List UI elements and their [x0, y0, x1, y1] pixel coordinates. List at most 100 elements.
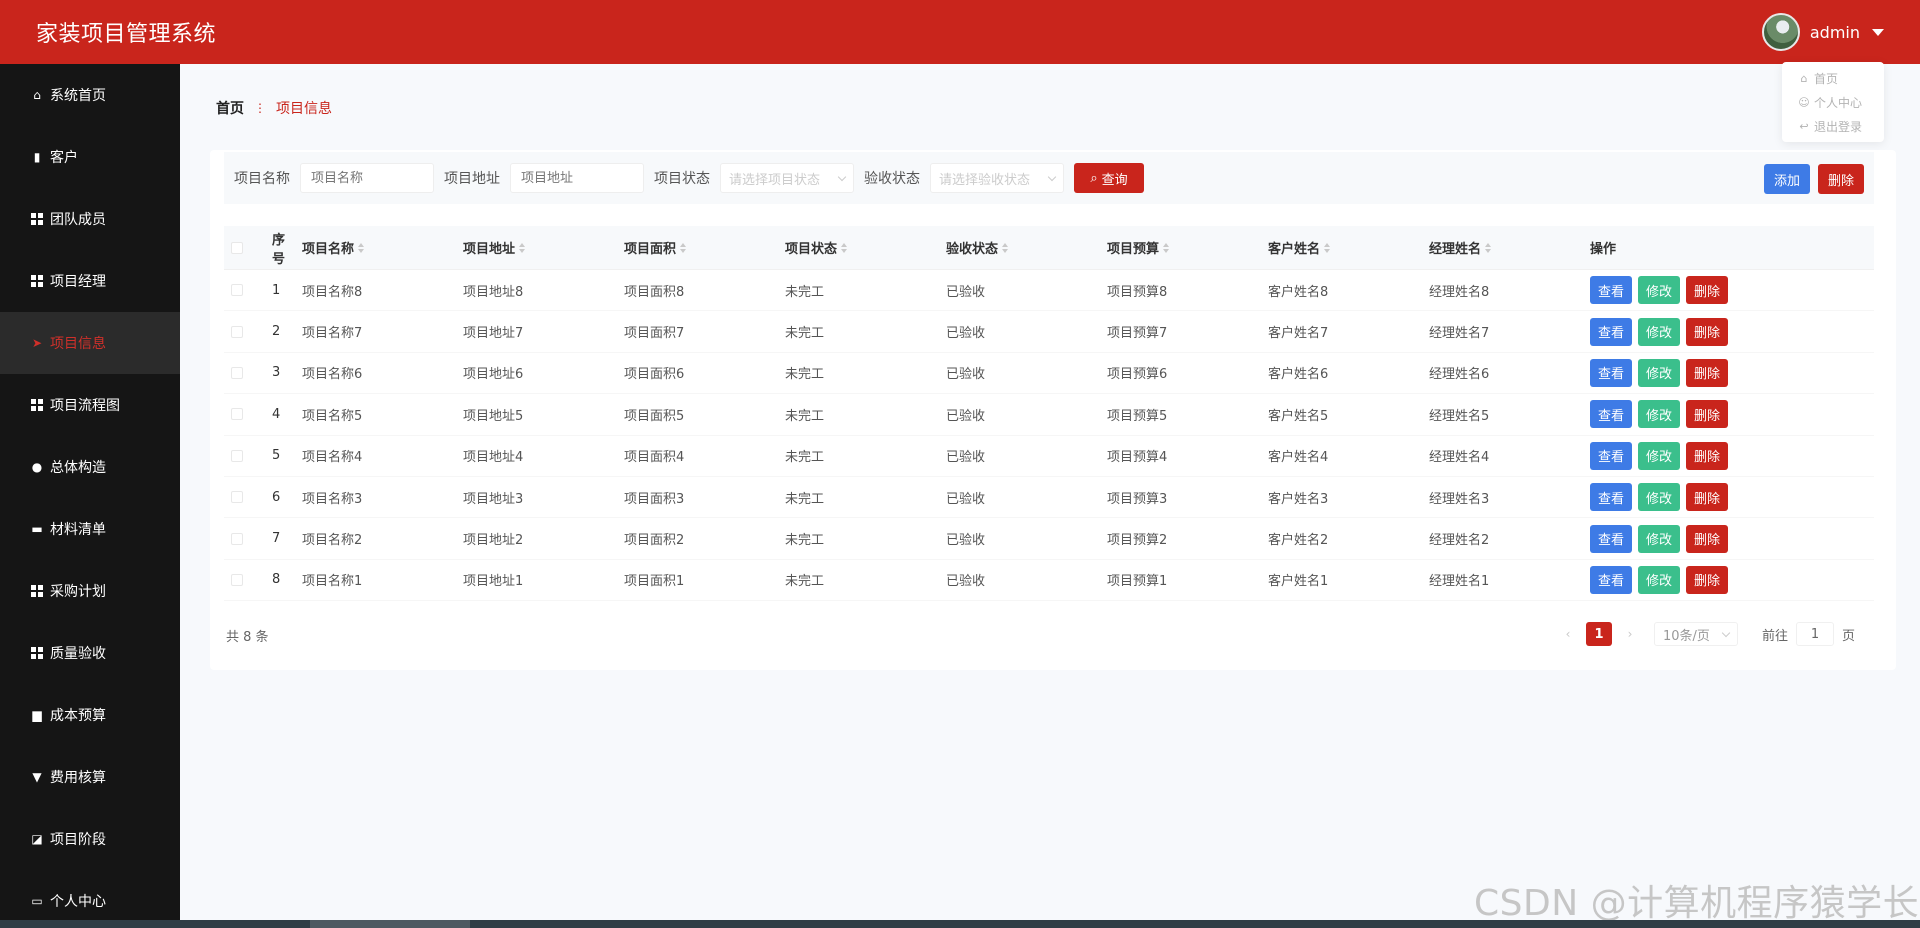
sidebar-item-label: 项目信息 — [50, 336, 106, 352]
sort-icon[interactable] — [1163, 242, 1170, 253]
dropdown-item-home[interactable]: ⌂ 首页 — [1782, 66, 1884, 90]
username[interactable]: admin — [1810, 23, 1860, 42]
sidebar-item-dashboard[interactable]: ⌂ 系统首页 — [0, 64, 180, 126]
prev-page-icon[interactable]: ‹ — [1556, 627, 1580, 641]
view-button[interactable]: 查看 — [1590, 524, 1632, 553]
view-button[interactable]: 查看 — [1590, 565, 1632, 594]
delete-button[interactable]: 删除 — [1686, 358, 1728, 387]
row-actions: 查看 修改 删除 — [1584, 317, 1728, 346]
view-button[interactable]: 查看 — [1590, 358, 1632, 387]
cell-area: 项目面积7 — [624, 326, 685, 342]
horizontal-scrollbar[interactable] — [0, 920, 1920, 928]
dropdown-item-profile[interactable]: ☺ 个人中心 — [1782, 90, 1884, 114]
view-button[interactable]: 查看 — [1590, 400, 1632, 429]
acceptance-status-select[interactable]: 请选择验收状态 — [930, 163, 1064, 193]
sidebar-item-customer[interactable]: ▮ 客户 — [0, 126, 180, 188]
column-header-name[interactable]: 项目名称 — [296, 238, 457, 257]
chevron-down-icon — [837, 172, 847, 181]
home-icon: ⌂ — [1800, 71, 1808, 85]
caret-down-icon[interactable] — [1872, 28, 1884, 36]
page-size-select[interactable]: 10条/页 — [1654, 622, 1738, 646]
delete-button[interactable]: 删除 — [1686, 524, 1728, 553]
view-button[interactable]: 查看 — [1590, 441, 1632, 470]
goto-page-input[interactable]: 1 — [1796, 622, 1835, 646]
sidebar-item-manager[interactable]: 项目经理 — [0, 250, 180, 312]
avatar[interactable] — [1761, 13, 1800, 51]
sidebar-item-structure[interactable]: ● 总体构造 — [0, 436, 180, 498]
delete-button[interactable]: 删除 — [1686, 317, 1728, 346]
delete-button[interactable]: 删除 — [1686, 565, 1728, 594]
edit-button[interactable]: 修改 — [1638, 317, 1680, 346]
next-page-icon[interactable]: › — [1618, 627, 1642, 641]
sidebar-item-accounting[interactable]: ▼ 费用核算 — [0, 746, 180, 808]
view-button[interactable]: 查看 — [1590, 483, 1632, 512]
row-checkbox[interactable] — [231, 491, 243, 504]
cell-area: 项目面积2 — [624, 533, 685, 549]
sidebar-item-quality[interactable]: 质量验收 — [0, 622, 180, 684]
sort-icon[interactable] — [1002, 242, 1009, 253]
column-header-status[interactable]: 项目状态 — [779, 238, 940, 257]
delete-button[interactable]: 删除 — [1686, 441, 1728, 470]
add-button[interactable]: 添加 — [1764, 164, 1810, 194]
row-checkbox[interactable] — [231, 532, 243, 545]
sidebar-item-materials[interactable]: ▬ 材料清单 — [0, 498, 180, 560]
edit-button[interactable]: 修改 — [1638, 524, 1680, 553]
card-icon: ▭ — [31, 894, 43, 908]
sidebar-item-budget[interactable]: ▆ 成本预算 — [0, 684, 180, 746]
view-button[interactable]: 查看 — [1590, 317, 1632, 346]
column-header-budget[interactable]: 项目预算 — [1101, 238, 1262, 257]
cell-address: 项目地址1 — [463, 574, 524, 590]
column-header-address[interactable]: 项目地址 — [457, 238, 618, 257]
sort-icon[interactable] — [358, 242, 365, 253]
edit-button[interactable]: 修改 — [1638, 358, 1680, 387]
page-number-current[interactable]: 1 — [1586, 622, 1612, 646]
cell-address: 项目地址8 — [463, 284, 524, 300]
column-header-area[interactable]: 项目面积 — [618, 238, 779, 257]
select-all-checkbox[interactable] — [231, 241, 243, 254]
cell-name: 项目名称4 — [302, 450, 363, 466]
sidebar-item-flowchart[interactable]: 项目流程图 — [0, 374, 180, 436]
row-checkbox[interactable] — [231, 449, 243, 462]
dropdown-item-logout[interactable]: ↩ 退出登录 — [1782, 114, 1884, 138]
delete-button[interactable]: 删除 — [1686, 483, 1728, 512]
sort-icon[interactable] — [1485, 242, 1492, 253]
batch-delete-button[interactable]: 删除 — [1818, 164, 1864, 194]
edit-button[interactable]: 修改 — [1638, 483, 1680, 512]
sort-icon[interactable] — [519, 242, 526, 253]
column-header-manager[interactable]: 经理姓名 — [1423, 238, 1584, 257]
query-button[interactable]: ⌕ 查询 — [1074, 163, 1144, 193]
sidebar-item-project-info[interactable]: ➤ 项目信息 — [0, 312, 180, 374]
edit-button[interactable]: 修改 — [1638, 565, 1680, 594]
view-button[interactable]: 查看 — [1590, 276, 1632, 305]
delete-button[interactable]: 删除 — [1686, 276, 1728, 305]
cell-index: 7 — [272, 531, 281, 547]
user-menu-toggle[interactable]: admin — [1761, 13, 1884, 51]
row-checkbox[interactable] — [231, 408, 243, 421]
sidebar-item-purchase[interactable]: 采购计划 — [0, 560, 180, 622]
sort-icon[interactable] — [841, 242, 848, 253]
sort-icon[interactable] — [1324, 242, 1331, 253]
project-status-select[interactable]: 请选择项目状态 — [720, 163, 854, 193]
row-checkbox[interactable] — [231, 284, 243, 297]
scrollbar-thumb[interactable] — [310, 920, 470, 928]
edit-button[interactable]: 修改 — [1638, 441, 1680, 470]
edit-button[interactable]: 修改 — [1638, 400, 1680, 429]
edit-button[interactable]: 修改 — [1638, 276, 1680, 305]
row-checkbox[interactable] — [231, 366, 243, 379]
project-name-input[interactable] — [300, 163, 434, 193]
column-header-acceptance[interactable]: 验收状态 — [940, 238, 1101, 257]
sort-icon[interactable] — [680, 242, 687, 253]
delete-button[interactable]: 删除 — [1686, 400, 1728, 429]
row-checkbox[interactable] — [231, 325, 243, 338]
cell-budget: 项目预算6 — [1107, 367, 1168, 383]
cell-area: 项目面积8 — [624, 284, 685, 300]
sidebar-item-stage[interactable]: ◪ 项目阶段 — [0, 808, 180, 870]
project-address-input[interactable] — [510, 163, 644, 193]
column-header-customer[interactable]: 客户姓名 — [1262, 238, 1423, 257]
sidebar-item-team[interactable]: 团队成员 — [0, 188, 180, 250]
breadcrumb-home[interactable]: 首页 — [216, 98, 244, 118]
cell-acceptance: 已验收 — [946, 284, 986, 300]
query-button-label: 查询 — [1101, 172, 1128, 188]
row-checkbox[interactable] — [231, 573, 243, 586]
column-title: 项目名称 — [302, 242, 355, 257]
